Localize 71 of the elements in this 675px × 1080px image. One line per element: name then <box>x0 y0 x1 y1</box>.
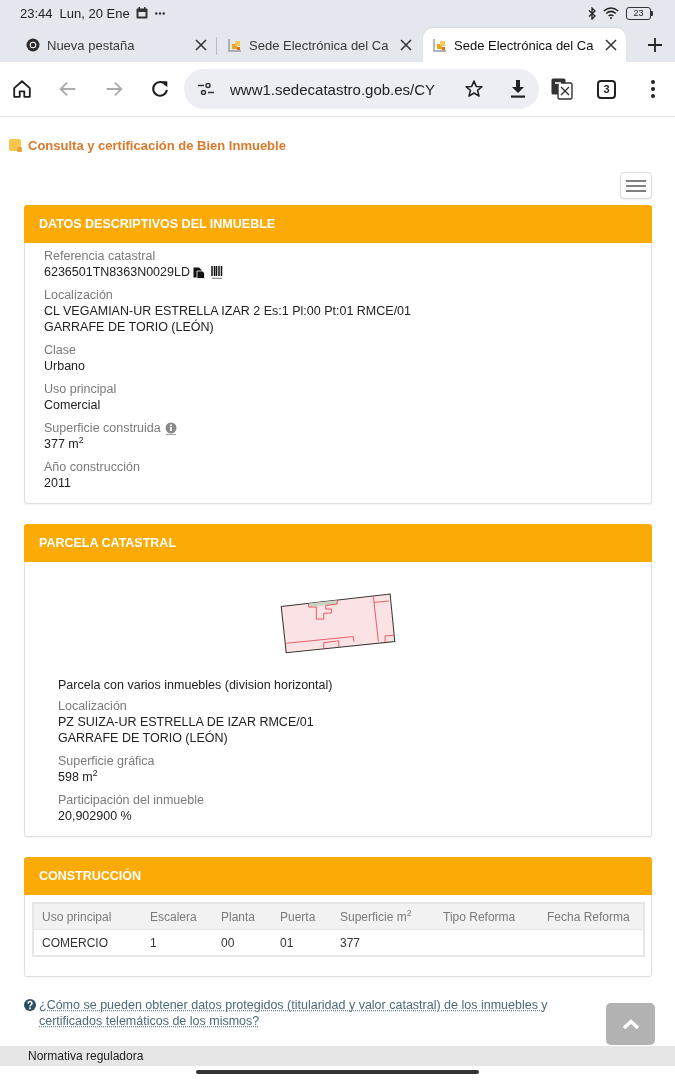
column-header: Tipo Reforma <box>442 908 517 925</box>
house-icon[interactable] <box>11 78 33 100</box>
field-label: Año construcción <box>44 459 140 475</box>
field-value: Comercial <box>44 397 101 413</box>
field-value: PZ SUIZA-UR ESTRELLA DE IZAR RMCE/01 <box>58 714 314 730</box>
column-header: Superficie m$^{2}$ <box>339 908 413 925</box>
site-favicon-icon <box>228 38 242 52</box>
field-label: Localización <box>58 698 127 714</box>
more-dots-icon <box>154 11 165 15</box>
calendar-icon <box>135 7 148 19</box>
close-icon[interactable] <box>605 39 617 51</box>
field-label: Referencia catastral <box>44 248 156 264</box>
section-header: PARCELA CATASTRAL <box>24 524 652 562</box>
field-label: Clase <box>44 342 76 358</box>
field-value: 598 m$^{2}$ <box>58 769 98 785</box>
column-header: Escalera <box>149 908 198 925</box>
parcel-note: Parcela con varios inmuebles (division horizontal) <box>58 677 334 693</box>
column-header: Planta <box>220 908 257 925</box>
field-value: GARRAFE DE TORIO (LEÓN) <box>44 319 214 335</box>
field-value: GARRAFE DE TORIO (LEÓN) <box>58 730 228 746</box>
column-header: Uso principal <box>41 908 113 925</box>
help-icon[interactable] <box>24 999 36 1011</box>
field-value: 6236501TN8363N0029LD <box>44 264 190 280</box>
table-cell-text: 00 <box>220 934 236 951</box>
close-icon[interactable] <box>400 39 412 51</box>
field-value: CL VEGAMIAN-UR ESTRELLA IZAR 2 Es:1 Pl:00 Pt:01 RMCE/01 <box>44 303 412 319</box>
field-label: Superficie construida <box>44 420 161 436</box>
tab-switcher-button[interactable]: 3 <box>597 79 616 99</box>
site-favicon-icon <box>433 38 447 52</box>
wifi-icon <box>603 7 619 19</box>
column-header: Fecha Reforma <box>546 908 631 925</box>
browser-tab[interactable]: Sede Electrónica del Ca <box>423 28 626 62</box>
round-logo-icon <box>26 38 40 52</box>
table-cell-text: 1 <box>149 934 158 951</box>
info-icon[interactable] <box>164 421 177 435</box>
tune-icon[interactable] <box>198 83 214 95</box>
document-icon <box>9 138 22 152</box>
reload-icon[interactable] <box>149 78 171 100</box>
address-bar[interactable]: www1.sedecatastro.gob.es/CY <box>184 69 539 109</box>
field-value: Urbano <box>44 358 85 374</box>
close-icon[interactable] <box>195 39 207 51</box>
clock-time: 23:44 <box>20 5 53 21</box>
footer-section[interactable]: Normativa reguladora <box>0 1046 675 1066</box>
table-cell-text: COMERCIO <box>41 934 109 951</box>
translate-icon[interactable] <box>551 78 573 100</box>
more-vertical-icon[interactable] <box>651 80 655 98</box>
field-label: Superficie gráfica <box>58 753 155 769</box>
field-value: 20,902900 % <box>58 808 132 824</box>
table-cell-text: 377 <box>339 934 362 951</box>
table-cell-text: 01 <box>279 934 295 951</box>
section-header: CONSTRUCCIÓN <box>24 857 652 895</box>
field-label: Participación del inmueble <box>58 792 204 808</box>
page-title: Consulta y certificación de Bien Inmueble <box>28 137 286 153</box>
date-text: Lun, 20 Ene <box>59 5 130 21</box>
battery-percent: 23 <box>633 8 644 18</box>
field-value: 2011 <box>44 475 71 491</box>
star-icon[interactable] <box>464 79 484 99</box>
field-label: Uso principal <box>44 381 117 397</box>
download-icon[interactable] <box>510 80 526 98</box>
chevron-up-icon <box>621 1018 640 1030</box>
column-header: Puerta <box>279 908 317 925</box>
section-header: DATOS DESCRIPTIVOS DEL INMUEBLE <box>24 205 652 243</box>
menu-button[interactable] <box>620 172 652 199</box>
copy-icon[interactable] <box>192 265 205 279</box>
field-label: Localización <box>44 287 113 303</box>
help-link[interactable]: ¿Cómo se pueden obtener datos protegidos (titularidad y valor catastral) de los inmuebles y certificados telemáticos de los mismos? <box>39 997 605 1029</box>
field-value: 377 m$^{2}$ <box>44 436 84 452</box>
bluetooth-icon <box>588 6 596 20</box>
menu-icon <box>626 179 646 192</box>
barcode-icon[interactable] <box>210 265 223 279</box>
plus-icon <box>648 38 662 52</box>
